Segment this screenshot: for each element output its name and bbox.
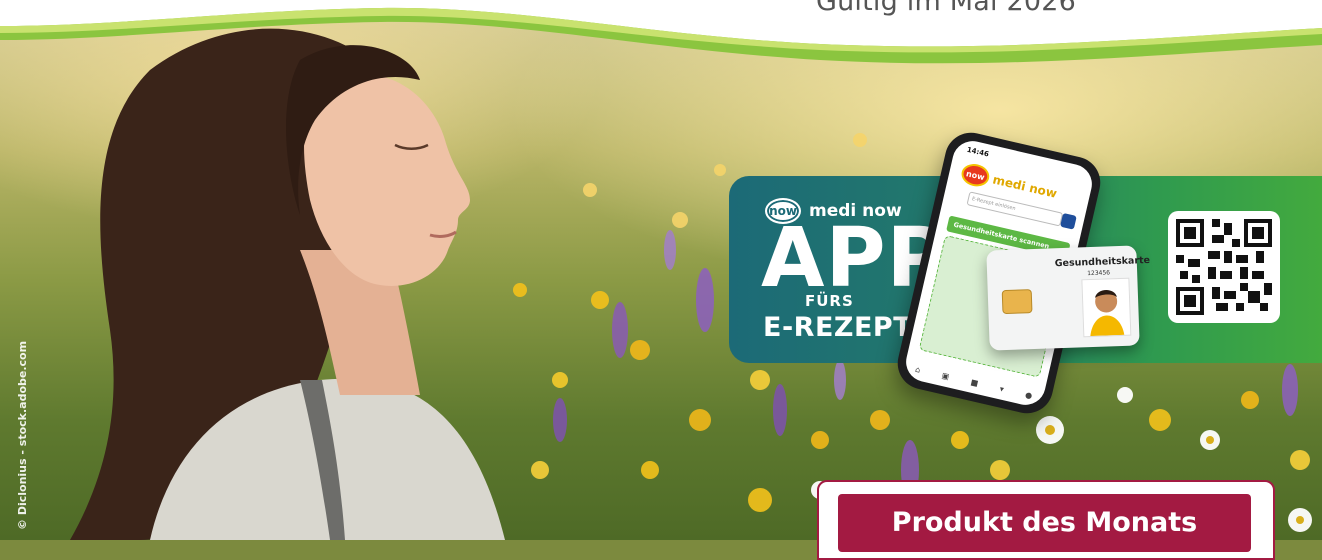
- phone-time: 14:46: [966, 145, 990, 159]
- validity-text: Gültig im Mai 2026: [816, 0, 1076, 17]
- fuers-label: FÜRS: [805, 292, 854, 310]
- prescription-icon: ■: [969, 377, 980, 389]
- user-icon: ●: [1024, 390, 1034, 401]
- card-number: 123456: [1087, 269, 1111, 278]
- photo-credit: © Diclonius - stock.adobe.com: [16, 340, 29, 530]
- health-insurance-card: Gesundheitskarte 123456: [986, 245, 1150, 351]
- header-wave: [0, 0, 1322, 64]
- cart-icon: ▾: [998, 384, 1005, 394]
- pharmacy-icon: ▣: [940, 370, 951, 382]
- card-photo-avatar: [1081, 277, 1132, 338]
- card-chip-icon: [1001, 289, 1033, 315]
- phone-now-logo-icon: now: [959, 161, 992, 190]
- qr-code[interactable]: [1168, 211, 1280, 323]
- erezept-label: E-REZEPT: [763, 312, 913, 343]
- product-of-month-button[interactable]: Produkt des Monats: [838, 494, 1251, 552]
- qr-code-icon: [1176, 219, 1272, 315]
- phone-search-icon: [1060, 212, 1077, 230]
- home-icon: ⌂: [914, 364, 922, 375]
- phone-brand-name: medi now: [991, 172, 1059, 201]
- card-title: Gesundheitskarte: [1054, 254, 1151, 270]
